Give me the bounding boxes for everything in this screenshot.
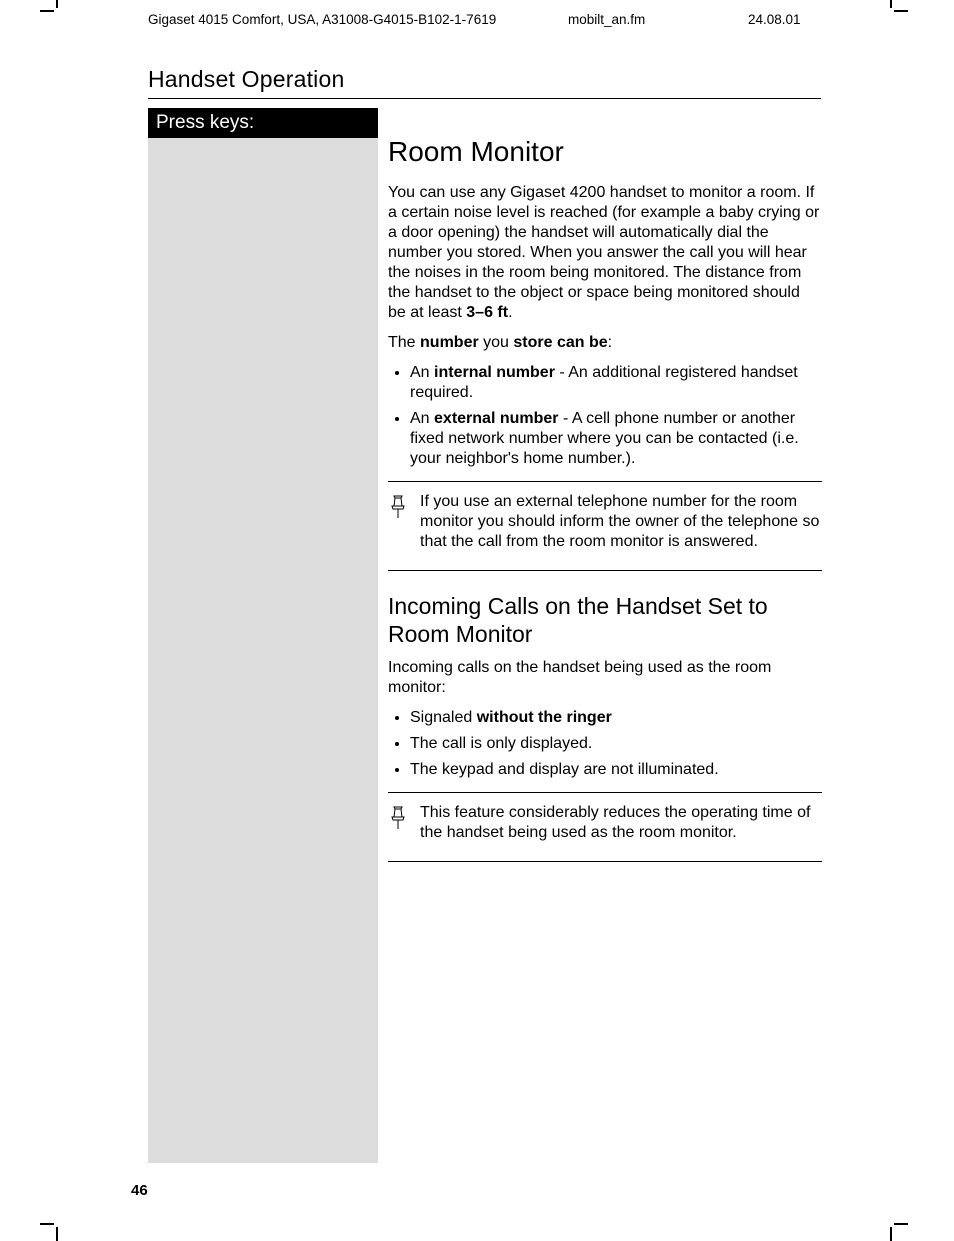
text: The bbox=[388, 334, 420, 351]
paragraph-number-can-be: The number you store can be: bbox=[388, 333, 822, 353]
page-number: 46 bbox=[131, 1182, 148, 1199]
text: The keypad and display are not illuminat… bbox=[410, 761, 719, 778]
pushpin-icon bbox=[388, 494, 412, 526]
crop-mark bbox=[884, 4, 898, 18]
bullet-list-numbers: An internal number - An additional regis… bbox=[388, 363, 822, 469]
list-item: Signaled without the ringer bbox=[410, 708, 822, 728]
sidebar: Press keys: bbox=[148, 108, 378, 1163]
note-text: If you use an external telephone number … bbox=[420, 492, 822, 552]
rule bbox=[388, 861, 822, 862]
text: An bbox=[410, 410, 434, 427]
text: . bbox=[508, 304, 512, 321]
paragraph-intro: You can use any Gigaset 4200 handset to … bbox=[388, 183, 822, 323]
note-text: This feature considerably reduces the op… bbox=[420, 803, 822, 843]
rule bbox=[388, 570, 822, 571]
note-box: If you use an external telephone number … bbox=[388, 488, 822, 558]
paragraph-incoming: Incoming calls on the handset being used… bbox=[388, 658, 822, 698]
text: : bbox=[608, 334, 612, 351]
sidebar-header: Press keys: bbox=[148, 108, 378, 138]
crop-mark bbox=[884, 1217, 898, 1231]
bullet-list-incoming: Signaled without the ringer The call is … bbox=[388, 708, 822, 780]
heading-incoming-calls: Incoming Calls on the Handset Set to Roo… bbox=[388, 593, 822, 648]
text: You can use any Gigaset 4200 handset to … bbox=[388, 184, 819, 321]
heading-room-monitor: Room Monitor bbox=[388, 134, 822, 169]
rule bbox=[388, 792, 822, 793]
text-bold: 3–6 ft bbox=[466, 304, 508, 321]
text-bold: store can be bbox=[513, 334, 607, 351]
crop-mark bbox=[50, 4, 64, 18]
crop-mark bbox=[50, 1217, 64, 1231]
text: you bbox=[479, 334, 514, 351]
text: An bbox=[410, 364, 434, 381]
text-bold: internal number bbox=[434, 364, 555, 381]
header-filename: mobilt_an.fm bbox=[568, 12, 645, 27]
main-content: Room Monitor You can use any Gigaset 420… bbox=[388, 108, 822, 868]
section-title: Handset Operation bbox=[148, 66, 344, 93]
list-item: An internal number - An additional regis… bbox=[410, 363, 822, 403]
list-item: The call is only displayed. bbox=[410, 734, 822, 754]
list-item: The keypad and display are not illuminat… bbox=[410, 760, 822, 780]
section-rule bbox=[148, 98, 821, 99]
header-date: 24.08.01 bbox=[748, 12, 801, 27]
header-doc-id: Gigaset 4015 Comfort, USA, A31008-G4015-… bbox=[148, 12, 496, 27]
text-bold: external number bbox=[434, 410, 558, 427]
page-header: Gigaset 4015 Comfort, USA, A31008-G4015-… bbox=[148, 12, 834, 27]
text: The call is only displayed. bbox=[410, 735, 592, 752]
text-bold: without the ringer bbox=[477, 709, 612, 726]
list-item: An external number - A cell phone number… bbox=[410, 409, 822, 469]
rule bbox=[388, 481, 822, 482]
pushpin-icon bbox=[388, 805, 412, 837]
text-bold: number bbox=[420, 334, 479, 351]
text: Signaled bbox=[410, 709, 477, 726]
note-box: This feature considerably reduces the op… bbox=[388, 799, 822, 849]
